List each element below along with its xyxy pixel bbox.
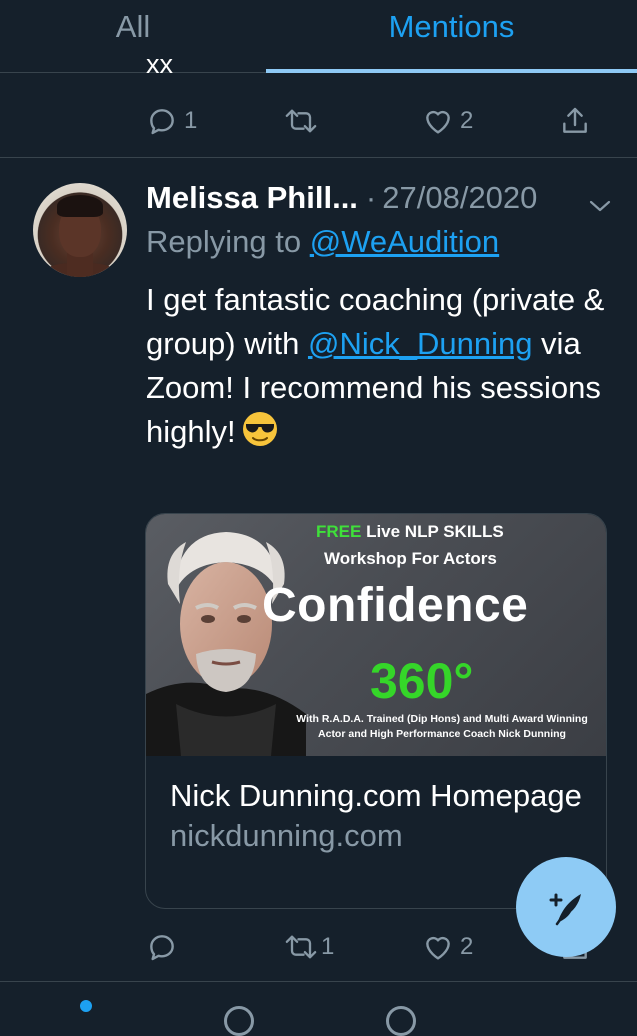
header-separator: · <box>365 180 377 215</box>
reply-icon <box>150 109 174 135</box>
nav-home-indicator-icon[interactable] <box>80 1000 92 1012</box>
nav-notifications-icon[interactable] <box>386 1006 416 1036</box>
compose-tweet-button[interactable] <box>516 857 616 957</box>
card-person-photo <box>146 532 306 756</box>
card-free-word: FREE <box>316 522 362 541</box>
notifications-tabs: All Mentions <box>0 0 637 73</box>
previous-tweet-text-tail: xx <box>146 56 173 76</box>
tweet-header: Melissa Phill... · 27/08/2020 <box>146 178 616 218</box>
tweet-text: I get fantastic coaching (private & grou… <box>146 278 606 454</box>
reply-icon <box>150 935 174 961</box>
card-title: Nick Dunning.com Homepage <box>170 778 582 813</box>
tweet-menu-button[interactable] <box>588 188 612 224</box>
card-credit: With R.A.D.A. Trained (Dip Hons) and Mul… <box>296 713 588 740</box>
sunglasses-emoji-icon <box>242 412 277 446</box>
link-preview-card[interactable]: FREE Live NLP SKILLS Workshop For Actors… <box>145 513 607 909</box>
retweet-button[interactable]: 1 <box>283 931 334 963</box>
previous-reply-count: 1 <box>184 107 198 134</box>
bottom-navigation <box>0 981 637 1036</box>
retweet-icon <box>285 109 317 133</box>
like-button[interactable]: 2 <box>422 931 473 963</box>
tab-mentions[interactable]: Mentions <box>266 0 637 73</box>
card-degree: 360° <box>370 653 474 709</box>
tweet-date: 27/08/2020 <box>382 180 538 215</box>
card-free-line: FREE Live NLP SKILLS <box>316 522 504 542</box>
replying-to: Replying to @WeAudition <box>146 224 499 260</box>
nav-search-icon[interactable] <box>224 1006 254 1036</box>
author-name[interactable]: Melissa Phill... <box>146 180 358 216</box>
compose-tweet-icon <box>549 893 581 926</box>
retweet-icon <box>285 935 317 959</box>
heart-icon <box>426 110 450 134</box>
previous-retweet-button[interactable] <box>283 105 325 137</box>
previous-tweet-text: xx <box>146 56 206 76</box>
replying-handle-link[interactable]: @WeAudition <box>310 224 499 259</box>
heart-icon <box>426 936 450 960</box>
tab-mentions-label: Mentions <box>388 9 515 44</box>
card-domain: nickdunning.com <box>170 818 403 853</box>
chevron-down-icon <box>589 200 611 212</box>
tweet-divider <box>0 157 637 158</box>
share-icon <box>563 107 587 133</box>
card-headline: Confidence <box>262 579 529 632</box>
reply-button[interactable] <box>146 931 184 963</box>
tab-all-label: All <box>115 9 151 44</box>
retweet-count: 1 <box>321 933 335 960</box>
mention-link[interactable]: @Nick_Dunning <box>308 326 532 361</box>
previous-share-button[interactable] <box>559 105 591 137</box>
previous-reply-button[interactable]: 1 <box>146 105 197 137</box>
card-free-rest: Live NLP SKILLS <box>361 522 504 541</box>
tab-all[interactable]: All <box>0 0 266 72</box>
previous-like-button[interactable]: 2 <box>422 105 473 137</box>
like-count: 2 <box>460 933 474 960</box>
card-image: FREE Live NLP SKILLS Workshop For Actors… <box>146 514 606 756</box>
author-avatar[interactable] <box>33 183 127 277</box>
card-workshop-line: Workshop For Actors <box>324 549 497 568</box>
previous-like-count: 2 <box>460 107 474 134</box>
replying-prefix: Replying to <box>146 224 310 259</box>
